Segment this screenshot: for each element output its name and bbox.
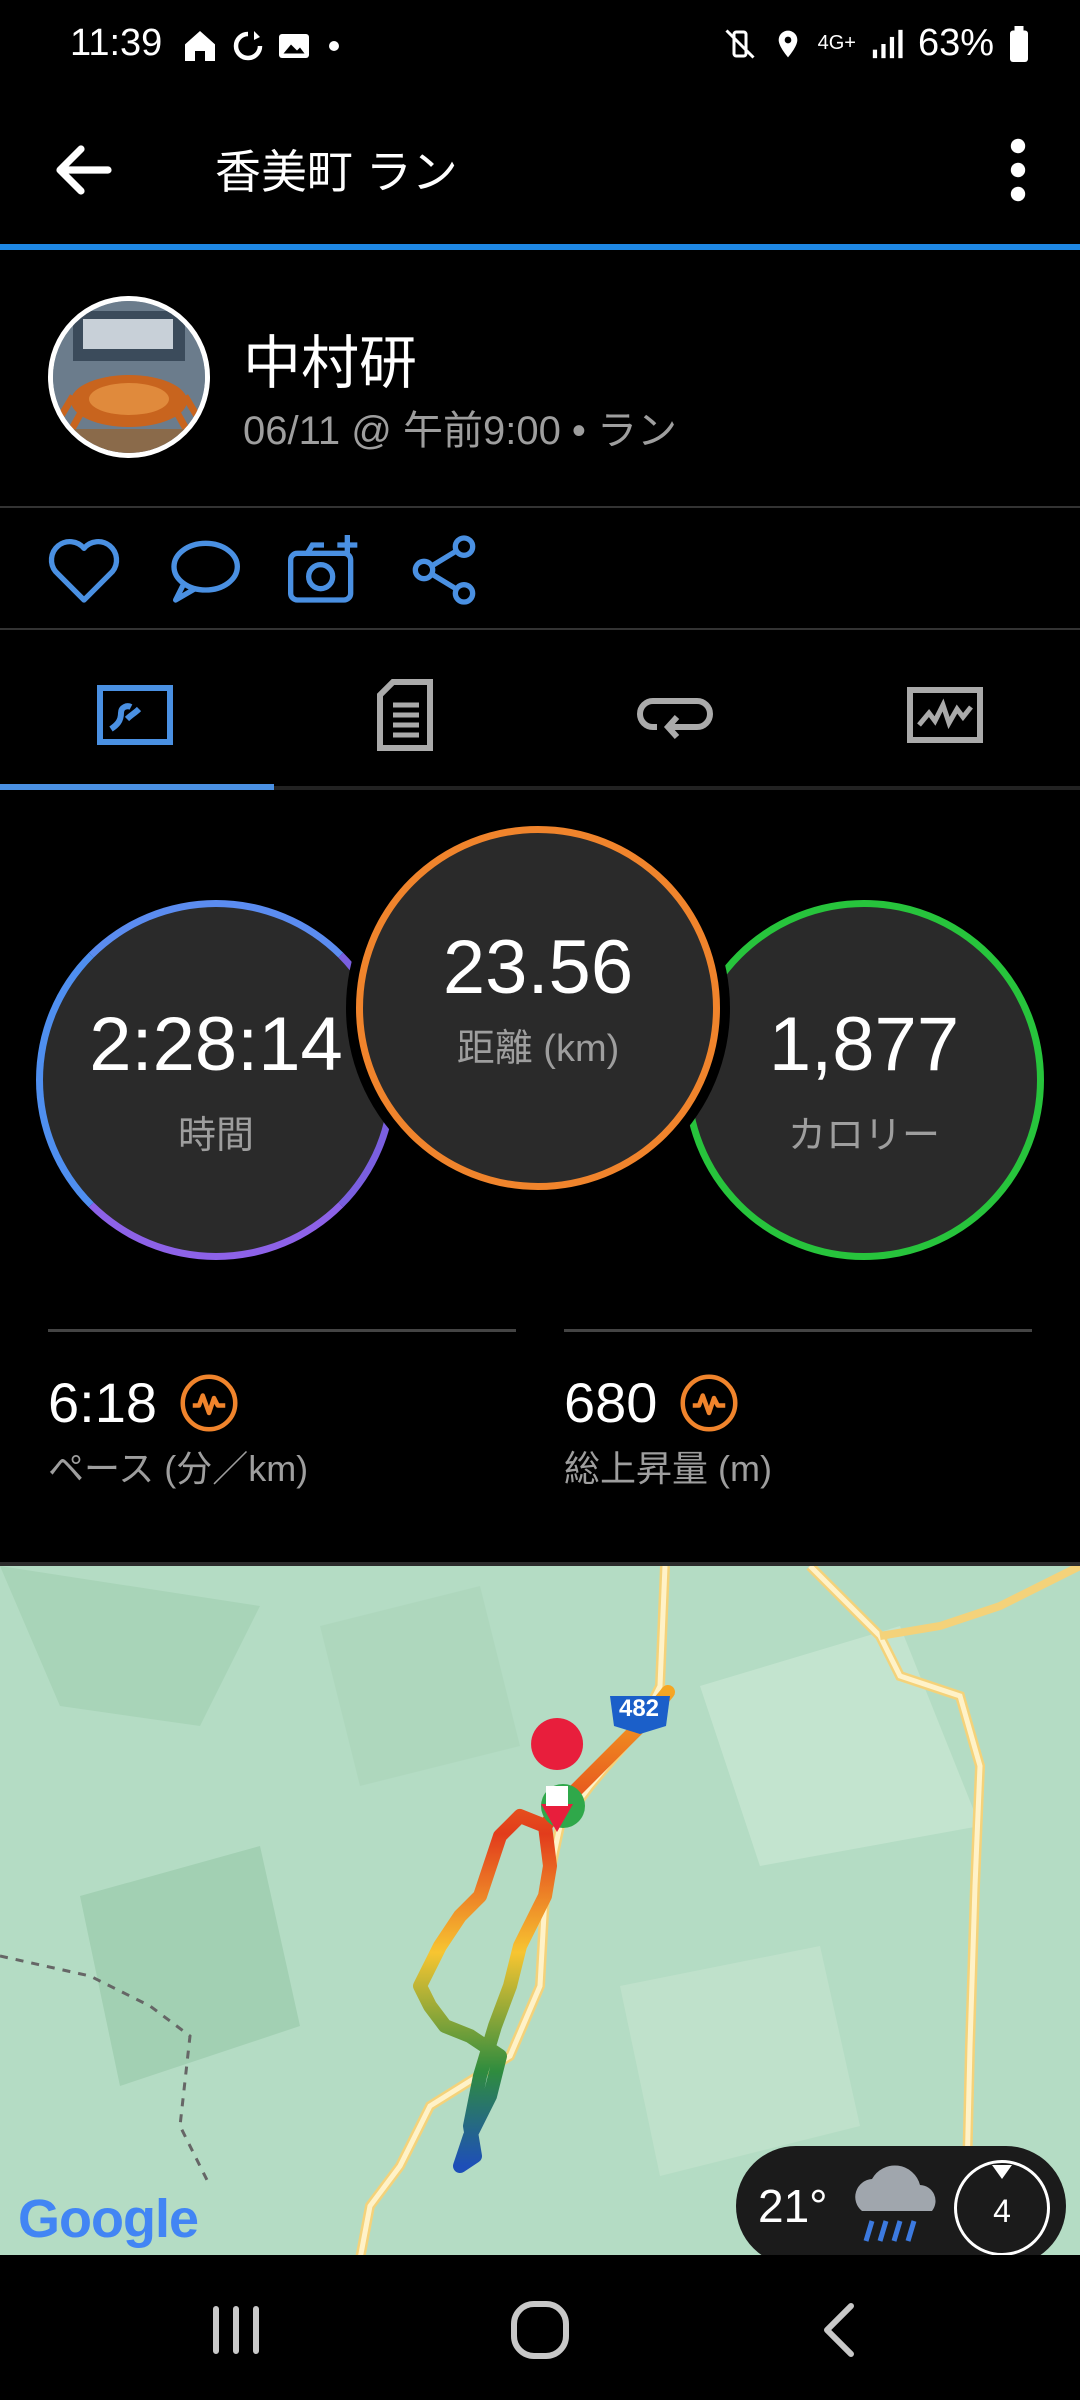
google-logo: Google bbox=[18, 2189, 199, 2249]
status-bar: 11:39 4G+ 63% bbox=[0, 0, 1080, 96]
tab-details[interactable] bbox=[270, 650, 540, 780]
share-button[interactable] bbox=[404, 530, 484, 610]
tab-charts[interactable] bbox=[810, 650, 1080, 780]
divider bbox=[0, 628, 1080, 630]
chevron-left-icon bbox=[824, 2303, 854, 2357]
dot-icon bbox=[329, 41, 339, 51]
pace-value: 6:18 bbox=[48, 1371, 157, 1434]
active-tab-indicator bbox=[0, 784, 274, 790]
battery-percent: 63% bbox=[917, 22, 994, 64]
status-time: 11:39 bbox=[70, 22, 163, 64]
image-icon bbox=[279, 34, 309, 58]
calories-value: 1,877 bbox=[768, 1002, 960, 1087]
laps-icon bbox=[637, 698, 713, 740]
weather-badge-value: 4 bbox=[993, 2192, 1011, 2229]
activity-meta: 06/11 @ 午前9:00 • ラン bbox=[243, 409, 678, 453]
app-bar: 香美町 ラン bbox=[0, 96, 1080, 246]
avatar[interactable] bbox=[48, 296, 210, 458]
road-label: 482 bbox=[618, 1695, 660, 1722]
stat-divider bbox=[48, 1329, 516, 1332]
sync-icon bbox=[233, 31, 263, 61]
pace-label: ペース (分／km) bbox=[48, 1448, 309, 1489]
weather-temperature: 21° bbox=[758, 2180, 828, 2232]
comment-button[interactable] bbox=[164, 530, 244, 610]
weather-widget[interactable]: 21° 4 bbox=[736, 2146, 1066, 2266]
chart-icon bbox=[907, 687, 983, 743]
badge-triangle-icon bbox=[992, 2165, 1012, 2179]
like-button[interactable] bbox=[44, 530, 124, 610]
home-circle-icon bbox=[511, 2301, 569, 2359]
map-summary-icon bbox=[97, 685, 173, 745]
system-nav-bar bbox=[0, 2255, 1080, 2400]
arrow-left-icon bbox=[56, 145, 112, 195]
recent-apps-icon bbox=[213, 2306, 259, 2354]
page-title: 香美町 ラン bbox=[215, 146, 458, 198]
elevation-stat: 680 bbox=[564, 1370, 739, 1435]
time-stat-circle: 2:28:14 時間 bbox=[36, 900, 396, 1260]
back-nav-button[interactable] bbox=[790, 2295, 890, 2365]
battery-icon bbox=[1010, 25, 1028, 62]
header-accent-line bbox=[0, 244, 1080, 250]
recent-apps-button[interactable] bbox=[186, 2295, 286, 2365]
add-photo-button[interactable] bbox=[284, 530, 364, 610]
details-icon bbox=[377, 679, 433, 751]
home-icon bbox=[185, 31, 215, 61]
location-icon bbox=[778, 30, 797, 57]
camera-add-icon bbox=[288, 535, 358, 603]
weather-badge: 4 bbox=[954, 2160, 1050, 2256]
back-button[interactable] bbox=[48, 134, 120, 206]
tab-map-summary[interactable] bbox=[0, 650, 270, 780]
stat-divider bbox=[564, 1329, 1032, 1332]
pace-stat: 6:18 bbox=[48, 1370, 239, 1435]
profile-name[interactable]: 中村研 bbox=[243, 316, 417, 400]
network-type: 4G+ bbox=[817, 32, 856, 54]
home-button[interactable] bbox=[490, 2295, 590, 2365]
rain-cloud-icon bbox=[854, 2165, 936, 2242]
activity-pulse-icon[interactable] bbox=[679, 1373, 739, 1433]
status-notification-icons bbox=[180, 24, 346, 68]
tab-laps[interactable] bbox=[540, 650, 810, 780]
time-value: 2:28:14 bbox=[89, 1002, 343, 1087]
status-system-icons: 4G+ 63% bbox=[722, 22, 1030, 65]
calories-label: カロリー bbox=[787, 1115, 940, 1157]
share-icon bbox=[412, 535, 476, 605]
comment-icon bbox=[171, 540, 241, 603]
vibrate-mute-icon bbox=[725, 28, 755, 59]
signal-icon bbox=[872, 29, 903, 58]
avatar-image bbox=[53, 301, 205, 453]
distance-stat-circle: 23.56 距離 (km) bbox=[356, 826, 720, 1190]
elevation-label: 総上昇量 (m) bbox=[564, 1448, 772, 1489]
more-vertical-icon bbox=[1010, 138, 1026, 202]
activity-pulse-icon[interactable] bbox=[179, 1373, 239, 1433]
more-options-button[interactable] bbox=[988, 134, 1048, 206]
distance-value: 23.56 bbox=[442, 925, 634, 1010]
time-label: 時間 bbox=[177, 1115, 254, 1157]
divider bbox=[0, 506, 1080, 508]
elevation-value: 680 bbox=[564, 1371, 658, 1434]
calories-stat-circle: 1,877 カロリー bbox=[684, 900, 1044, 1260]
distance-label: 距離 (km) bbox=[456, 1028, 620, 1070]
heart-icon bbox=[48, 539, 120, 603]
